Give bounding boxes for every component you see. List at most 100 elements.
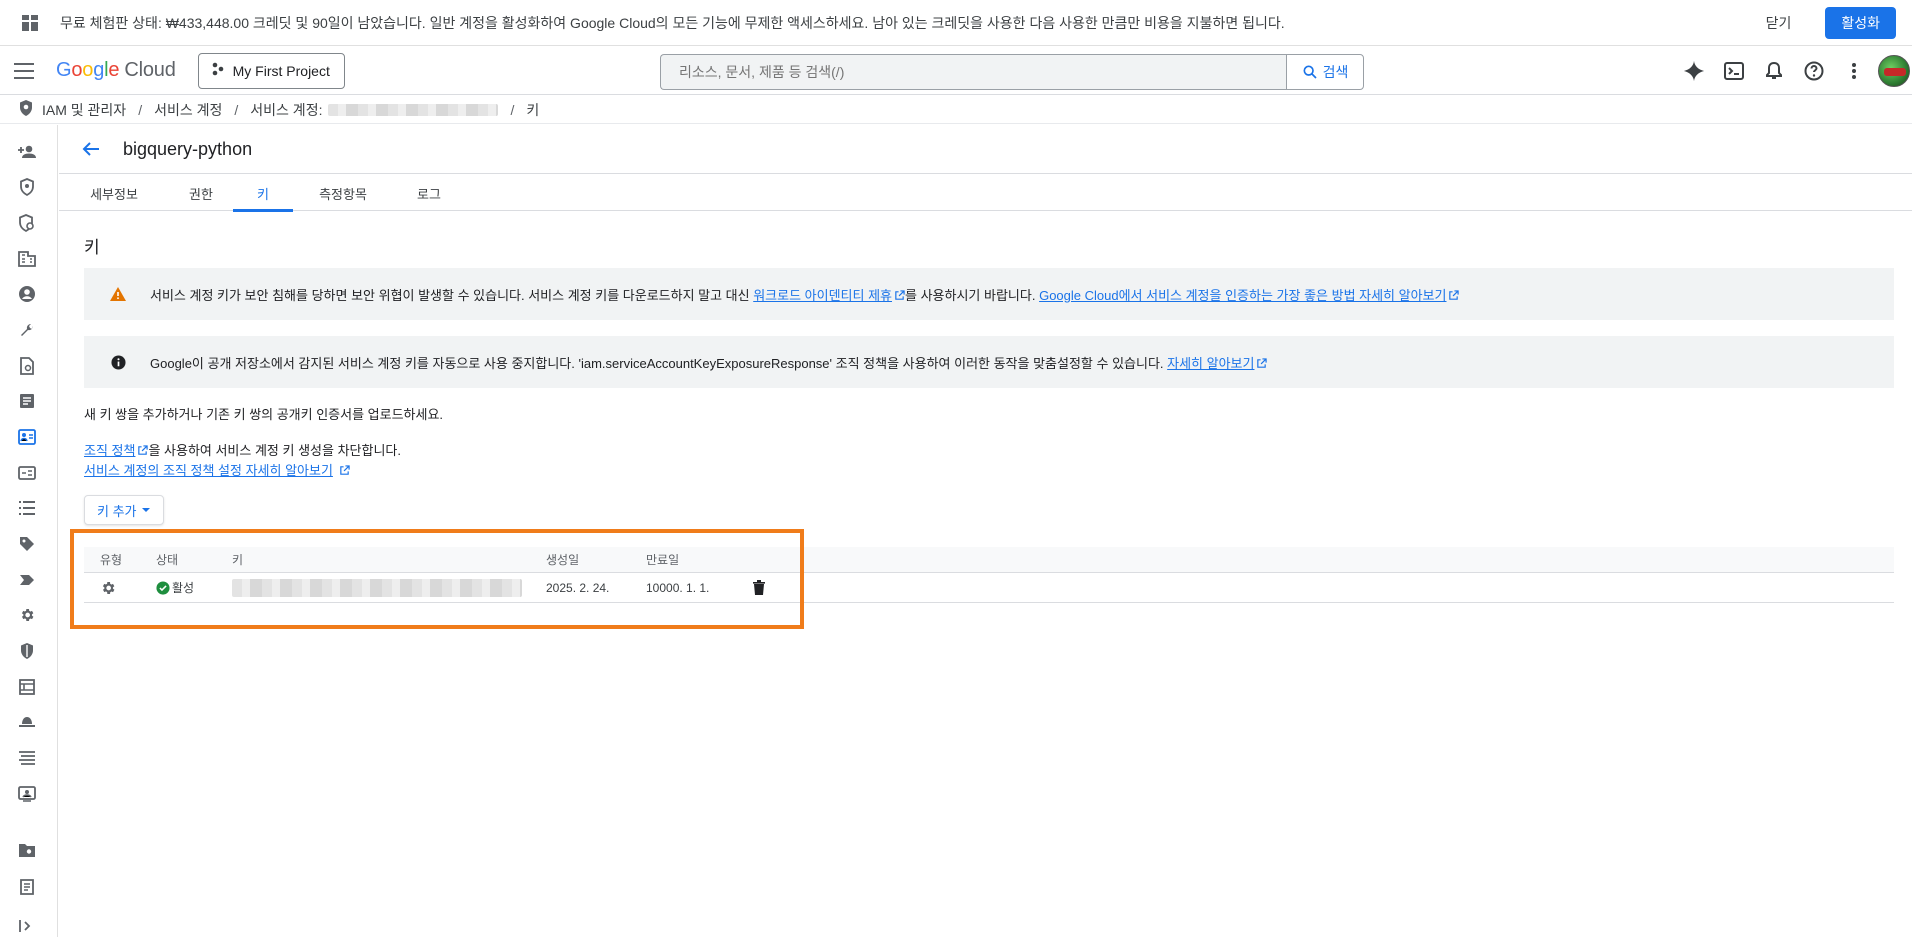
tab-bar: 세부정보 권한 키 측정항목 로그 (59, 175, 1912, 212)
key-id (232, 573, 522, 602)
banner-close-button[interactable]: 닫기 (1766, 13, 1792, 33)
info-text: Google이 공개 저장소에서 감지된 서비스 계정 키를 자동으로 사용 중… (150, 353, 1268, 372)
main-content: bigquery-python 세부정보 권한 키 측정항목 로그 키 서비스 … (59, 125, 1912, 937)
list-icon[interactable] (17, 498, 37, 518)
expand-rail-icon[interactable] (17, 916, 37, 936)
header-actions (1674, 47, 1912, 95)
org-policy-learn-link[interactable]: 서비스 계정의 조직 정책 설정 자세히 알아보기 (84, 463, 333, 478)
breadcrumb-current: 키 (526, 101, 540, 118)
policy-search-icon[interactable] (17, 213, 37, 233)
security-shield-icon[interactable] (17, 641, 37, 661)
add-or-upload-text: 새 키 쌍을 추가하거나 기존 키 쌍의 공개키 인증서를 업로드하세요. (84, 407, 444, 422)
google-cloud-logo[interactable]: Google Cloud (56, 59, 176, 82)
shield-icon (18, 99, 34, 120)
check-circle-icon (156, 580, 170, 595)
tab-details[interactable]: 세부정보 (59, 175, 169, 211)
account-avatar[interactable] (1878, 55, 1910, 87)
external-link-icon (340, 465, 350, 475)
search-bar: 검색 (660, 54, 1364, 90)
project-picker-button[interactable]: My First Project (197, 52, 345, 89)
best-practices-link[interactable]: Google Cloud에서 서비스 계정을 인증하는 가장 좋은 방법 자세히… (1039, 288, 1446, 303)
warning-icon (108, 284, 128, 304)
table-row: 활성 2025. 2. 24. 10000. 1. 1. (84, 573, 1894, 603)
search-button[interactable]: 검색 (1286, 54, 1364, 90)
tag-chevron-icon[interactable] (17, 570, 37, 590)
tab-permissions[interactable]: 권한 (169, 175, 233, 211)
workload-identity-link[interactable]: 워크로드 아이덴티티 제휴 (753, 288, 892, 303)
notifications-bell-icon[interactable] (1754, 51, 1794, 91)
breadcrumb-service-account[interactable]: 서비스 계정: (250, 100, 322, 120)
key-expires: 10000. 1. 1. (646, 580, 710, 595)
key-type-gear-icon (100, 573, 116, 602)
service-accounts-icon[interactable] (10, 423, 44, 451)
delete-key-icon[interactable] (753, 573, 765, 602)
table-header: 유형 상태 키 생성일 만료일 (84, 547, 1894, 573)
col-expires: 만료일 (646, 553, 680, 567)
col-status: 상태 (156, 553, 179, 567)
more-vert-icon[interactable] (1834, 51, 1874, 91)
external-link-icon (1449, 289, 1460, 300)
org-policy-learn-more: 서비스 계정의 조직 정책 설정 자세히 알아보기 (84, 460, 350, 479)
tab-keys[interactable]: 키 (233, 175, 293, 212)
project-name: My First Project (232, 62, 330, 79)
organization-icon[interactable] (17, 249, 37, 269)
col-created: 생성일 (546, 553, 580, 567)
activate-button[interactable]: 활성화 (1825, 6, 1896, 39)
document-search-icon[interactable] (17, 356, 37, 376)
cloud-shell-icon[interactable] (1714, 51, 1754, 91)
breadcrumb: IAM 및 관리자 / 서비스 계정 / 서비스 계정: / 키 (0, 96, 1912, 124)
key-created: 2025. 2. 24. (546, 580, 610, 595)
key-status: 활성 (156, 573, 194, 602)
info-icon (108, 352, 128, 372)
org-policy-link[interactable]: 조직 정책 (84, 443, 135, 458)
breadcrumb-service-accounts[interactable]: 서비스 계정 (154, 100, 222, 120)
menu-icon[interactable] (0, 47, 48, 95)
external-link-icon (138, 445, 149, 455)
shield-check-icon[interactable] (17, 177, 37, 197)
warning-alert: 서비스 계정 키가 보안 침해를 당하면 보안 위협이 발생할 수 있습니다. … (84, 268, 1894, 320)
warning-text: 서비스 계정 키가 보안 침해를 당하면 보안 위협이 발생할 수 있습니다. … (150, 285, 1460, 304)
tab-logs[interactable]: 로그 (393, 175, 465, 211)
section-title: 키 (84, 238, 100, 257)
add-key-button[interactable]: 키 추가 (84, 495, 164, 525)
badge-icon[interactable] (17, 463, 37, 483)
gear-icon[interactable] (17, 605, 37, 625)
col-type: 유형 (100, 553, 123, 567)
folder-settings-icon[interactable] (17, 840, 37, 860)
wrench-icon[interactable] (17, 320, 37, 340)
info-alert: Google이 공개 저장소에서 감지된 서비스 계정 키를 자동으로 사용 중… (84, 336, 1894, 388)
page-title: bigquery-python (123, 138, 253, 159)
dashboard-icon[interactable] (17, 677, 37, 697)
top-header: Google Cloud My First Project 검색 (0, 47, 1912, 95)
redacted-account-email (328, 103, 499, 116)
learn-more-link[interactable]: 자세히 알아보기 (1167, 356, 1254, 371)
search-input[interactable] (660, 54, 1286, 90)
dropdown-arrow-icon (141, 508, 150, 512)
breadcrumb-iam[interactable]: IAM 및 관리자 (42, 100, 126, 120)
hat-icon[interactable] (17, 712, 37, 732)
col-key: 키 (232, 553, 244, 567)
gift-icon (18, 11, 42, 35)
external-link-icon (1257, 357, 1268, 368)
keys-table: 유형 상태 키 생성일 만료일 활성 2025. 2. 24. 10000. 1… (84, 547, 1894, 603)
lines-icon[interactable] (17, 748, 37, 768)
article-icon[interactable] (17, 391, 37, 411)
org-policy-text: 조직 정책 을 사용하여 서비스 계정 키 생성을 차단합니다. (84, 443, 401, 458)
back-arrow-icon[interactable] (79, 137, 103, 161)
help-icon[interactable] (1794, 51, 1834, 91)
search-icon (1303, 65, 1317, 79)
trial-banner: 무료 체험판 상태: ₩433,448.00 크레딧 및 90일이 남았습니다.… (0, 0, 1912, 46)
left-nav-rail (0, 125, 58, 937)
label-tag-icon[interactable] (17, 534, 37, 554)
project-icon (211, 62, 225, 79)
page-header: bigquery-python (59, 125, 1912, 174)
person-add-icon[interactable] (17, 142, 37, 162)
release-notes-icon[interactable] (17, 877, 37, 897)
contact-card-icon[interactable] (17, 784, 37, 804)
external-link-icon (895, 289, 905, 300)
account-circle-icon[interactable] (17, 284, 37, 304)
gemini-sparkle-icon[interactable] (1674, 51, 1714, 91)
tab-metrics[interactable]: 측정항목 (293, 175, 393, 211)
redacted-key-id (232, 578, 522, 597)
banner-text: 무료 체험판 상태: ₩433,448.00 크레딧 및 90일이 남았습니다.… (60, 14, 1285, 31)
